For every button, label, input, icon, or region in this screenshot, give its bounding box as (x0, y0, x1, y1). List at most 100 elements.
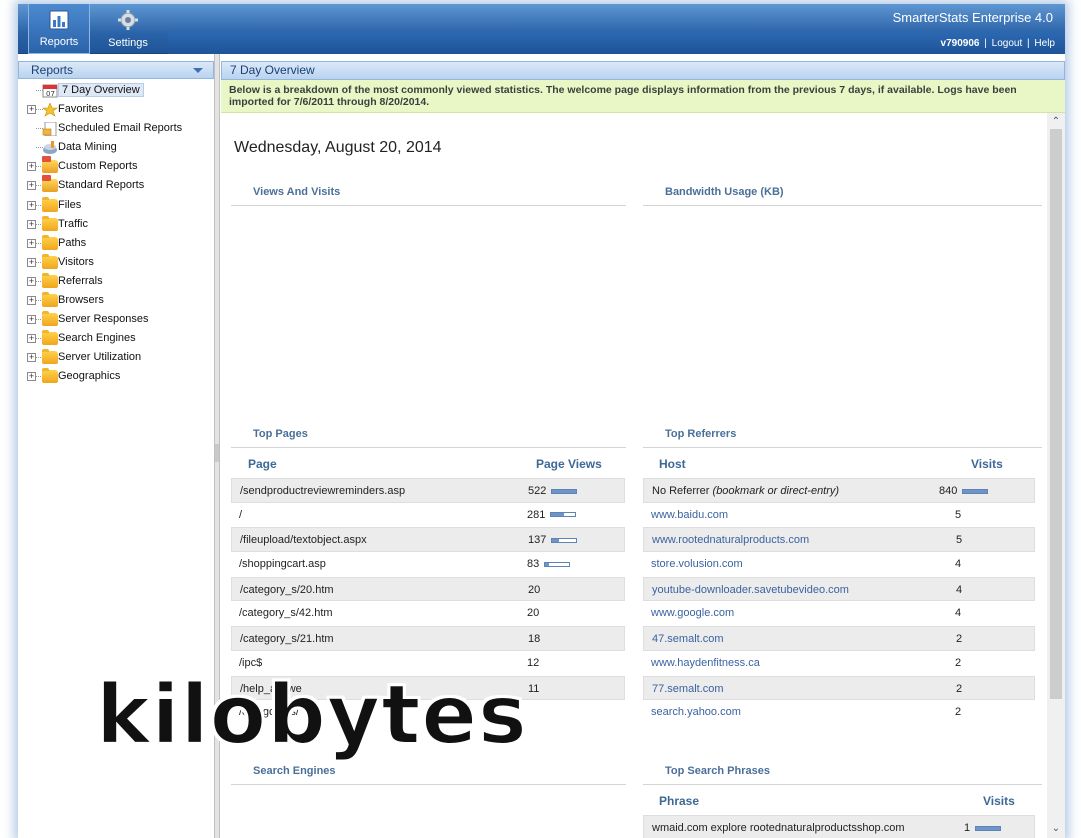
page-views-value: 281 (527, 508, 546, 521)
logout-link[interactable]: Logout (992, 38, 1023, 49)
nav-reports-button[interactable]: Reports (28, 4, 90, 54)
table-row[interactable]: 47.semalt.com 2 (643, 626, 1035, 651)
value-bar (544, 561, 571, 567)
table-header: Host Visits (643, 450, 1035, 478)
expand-icon[interactable]: + (27, 181, 36, 191)
page-path[interactable]: /category_s/20.htm (240, 578, 334, 602)
table-row[interactable]: / 281 (231, 503, 625, 528)
expand-icon[interactable]: + (27, 334, 36, 344)
expand-icon[interactable]: + (27, 315, 36, 325)
referrer-host[interactable]: www.google.com (651, 601, 734, 625)
value-bar (550, 512, 577, 518)
table-row[interactable]: No Referrer (bookmark or direct-entry) 84… (643, 478, 1035, 503)
table-row[interactable]: www.google.com 4 (643, 601, 1035, 626)
table-row[interactable]: /category_s/42.htm 20 (231, 601, 625, 626)
expand-icon[interactable]: + (27, 372, 36, 382)
table-row[interactable]: 77.semalt.com 2 (643, 675, 1035, 701)
scroll-thumb[interactable] (1050, 129, 1062, 699)
expand-icon[interactable]: + (27, 200, 36, 210)
sidebar-item[interactable]: + Browsers (18, 291, 214, 310)
column-header-page[interactable]: Page (248, 450, 277, 478)
value-bar-fill (551, 513, 565, 517)
referrer-host[interactable]: store.volusion.com (651, 552, 743, 576)
value-bar-fill (963, 489, 988, 493)
page-path[interactable]: /category_s/21.htm (240, 627, 334, 651)
vertical-scrollbar[interactable]: ⌃ ⌄ (1047, 113, 1065, 838)
table-row[interactable]: search.yahoo.com 2 (643, 700, 1035, 725)
sidebar-header[interactable]: Reports (18, 61, 214, 79)
sidebar-item[interactable]: + Referrals (18, 272, 214, 291)
chevron-down-icon[interactable] (193, 68, 203, 73)
table-row[interactable]: /fileupload/textobject.aspx 137 (231, 527, 625, 553)
sidebar-item[interactable]: + Favorites (18, 100, 214, 119)
expand-icon[interactable]: + (27, 296, 36, 306)
page-path[interactable]: /sendproductreviewreminders.asp (240, 479, 405, 503)
referrer-host-text: www.google.com (651, 607, 735, 620)
referrer-host[interactable]: www.baidu.com (651, 503, 728, 527)
referrer-host[interactable]: www.haydenfitness.ca (651, 651, 760, 675)
expand-icon[interactable]: + (27, 276, 36, 286)
sidebar-item[interactable]: + Traffic (18, 215, 214, 234)
sidebar-item[interactable]: + Files (18, 196, 214, 215)
expand-icon[interactable]: + (27, 162, 36, 172)
page-views-cell: 20 (528, 578, 540, 602)
visits-cell: 2 (955, 651, 961, 675)
table-row[interactable]: www.rootednaturalproducts.com 5 (643, 527, 1035, 553)
page-path[interactable]: /fileupload/textobject.aspx (240, 528, 367, 552)
page-path[interactable]: / (239, 503, 242, 527)
table-row[interactable]: /shoppingcart.asp 83 (231, 552, 625, 577)
expand-icon[interactable]: + (27, 105, 36, 115)
sidebar-item[interactable]: + Visitors (18, 253, 214, 272)
column-header-visits[interactable]: Visits (971, 450, 1003, 478)
page-path[interactable]: /shoppingcart.asp (239, 552, 326, 576)
table-row[interactable]: store.volusion.com 4 (643, 552, 1035, 577)
sidebar-item[interactable]: + Custom Reports (18, 156, 214, 176)
referrer-host[interactable]: youtube-downloader.savetubevideo.com (652, 578, 849, 602)
sidebar-item-label: Server Responses (58, 313, 149, 326)
nav-settings-button[interactable]: Settings (94, 4, 162, 54)
data-mining-icon (42, 141, 58, 155)
sidebar-item[interactable]: Scheduled Email Reports (18, 119, 214, 138)
expand-icon[interactable]: + (27, 353, 36, 363)
table-row[interactable]: www.haydenfitness.ca 2 (643, 651, 1035, 676)
search-phrase[interactable]: wmaid.com explore rootednaturalproductss… (652, 816, 905, 838)
splitter-grip[interactable] (215, 444, 219, 462)
table-row[interactable]: /sendproductreviewreminders.asp 522 (231, 478, 625, 503)
expand-icon[interactable]: + (27, 257, 36, 267)
sidebar-item[interactable]: + Server Utilization (18, 348, 214, 367)
sidebar-item[interactable]: + Search Engines (18, 329, 214, 348)
value-bar-fill (545, 562, 550, 566)
gear-icon (118, 10, 138, 30)
reports-icon (49, 10, 69, 30)
table-row[interactable]: /category_s/21.htm 18 (231, 626, 625, 651)
column-header-visits[interactable]: Visits (983, 787, 1015, 815)
sidebar-item[interactable]: + Server Responses (18, 310, 214, 329)
table-row[interactable]: /category_s/20.htm 20 (231, 576, 625, 602)
table-row[interactable]: www.baidu.com 5 (643, 503, 1035, 528)
sidebar-item-label: Standard Reports (58, 179, 145, 192)
referrer-host[interactable]: 47.semalt.com (652, 627, 724, 651)
sidebar-item[interactable]: + Paths (18, 234, 214, 253)
referrer-host-text: store.volusion.com (651, 558, 743, 571)
sidebar-item[interactable]: Data Mining (18, 138, 214, 157)
column-header-host[interactable]: Host (659, 450, 686, 478)
column-header-phrase[interactable]: Phrase (659, 787, 699, 815)
table-row[interactable]: wmaid.com explore rootednaturalproductss… (643, 815, 1035, 838)
scroll-down-icon[interactable]: ⌄ (1051, 824, 1061, 834)
value-bar-fill (552, 538, 559, 542)
scroll-up-icon[interactable]: ⌃ (1051, 117, 1061, 127)
page-views-value: 20 (528, 583, 541, 596)
column-header-page-views[interactable]: Page Views (536, 450, 602, 478)
referrer-host[interactable]: 77.semalt.com (652, 677, 724, 701)
header-subbar (168, 31, 1065, 54)
referrer-host[interactable]: www.rootednaturalproducts.com (652, 528, 809, 552)
expand-icon[interactable]: + (27, 219, 36, 229)
table-row[interactable]: youtube-downloader.savetubevideo.com 4 (643, 576, 1035, 602)
sidebar-item[interactable]: + Standard Reports (18, 175, 214, 195)
sidebar-item[interactable]: + Geographics (18, 367, 214, 386)
sidebar-item[interactable]: 07 7 Day Overview (18, 81, 214, 100)
help-link[interactable]: Help (1034, 38, 1055, 49)
page-path[interactable]: /category_s/42.htm (239, 601, 333, 625)
referrer-host[interactable]: search.yahoo.com (651, 700, 741, 724)
expand-icon[interactable]: + (27, 238, 36, 248)
